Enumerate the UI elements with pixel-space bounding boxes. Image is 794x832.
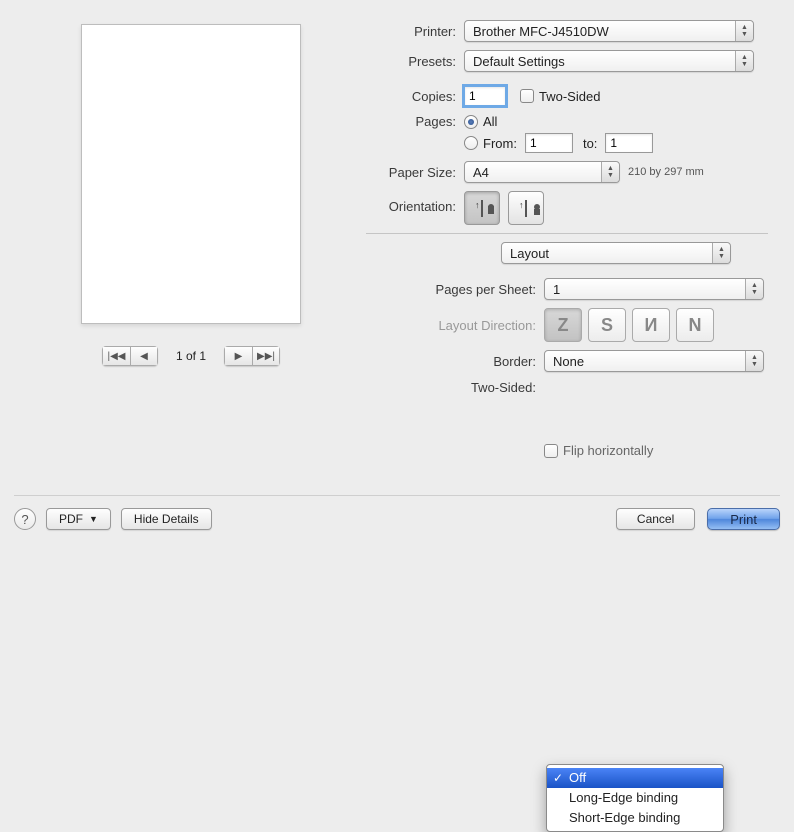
next-page-button[interactable]: ▶: [224, 346, 252, 366]
border-label: Border:: [366, 354, 536, 369]
hide-details-button[interactable]: Hide Details: [121, 508, 212, 530]
updown-icon: ▲▼: [712, 243, 730, 263]
two-sided-option-off[interactable]: ✓ Off: [547, 768, 723, 788]
two-sided-checkbox-label: Two-Sided: [539, 89, 600, 104]
printer-select[interactable]: Brother MFC-J4510DW ▲▼: [464, 20, 754, 42]
presets-label: Presets:: [366, 54, 456, 69]
layout-dir-z-button[interactable]: Z: [544, 308, 582, 342]
updown-icon: ▲▼: [735, 51, 753, 71]
section-select[interactable]: Layout ▲▼: [501, 242, 731, 264]
two-sided-option-long-edge[interactable]: Long-Edge binding: [547, 788, 723, 808]
layout-direction-group: Z S И N: [544, 308, 714, 342]
page-indicator: 1 of 1: [176, 349, 206, 363]
layout-dir-n2-button[interactable]: N: [676, 308, 714, 342]
arrow-up-icon: ↑: [475, 200, 480, 210]
two-sided-option-label: Long-Edge binding: [569, 790, 678, 805]
orientation-landscape-button[interactable]: ↑: [508, 191, 544, 225]
help-button[interactable]: ?: [14, 508, 36, 530]
pager-back-group: |◀◀ ◀: [102, 346, 158, 366]
printer-label: Printer:: [366, 24, 456, 39]
dialog-content: |◀◀ ◀ 1 of 1 ▶ ▶▶| Printer: Brother MFC-…: [16, 16, 778, 476]
section-value: Layout: [510, 246, 549, 261]
pages-range-radio[interactable]: [464, 136, 478, 150]
pdf-menu-button[interactable]: PDF ▼: [46, 508, 111, 530]
divider: [366, 233, 768, 234]
preview-pager: |◀◀ ◀ 1 of 1 ▶ ▶▶|: [102, 346, 280, 366]
paper-size-value: A4: [473, 165, 489, 180]
pages-all-radio[interactable]: [464, 115, 478, 129]
prev-page-button[interactable]: ◀: [130, 346, 158, 366]
flip-horizontally-label: Flip horizontally: [563, 443, 653, 458]
pages-all-label: All: [483, 114, 497, 129]
paper-size-label: Paper Size:: [366, 165, 456, 180]
settings-column: Printer: Brother MFC-J4510DW ▲▼ Presets:…: [366, 16, 778, 476]
caret-down-icon: ▼: [89, 514, 98, 524]
two-sided-label: Two-Sided:: [366, 380, 536, 395]
print-button[interactable]: Print: [707, 508, 780, 530]
arrow-up-icon: ↑: [519, 200, 524, 210]
layout-direction-label: Layout Direction:: [366, 318, 536, 333]
print-dialog: |◀◀ ◀ 1 of 1 ▶ ▶▶| Printer: Brother MFC-…: [0, 0, 794, 544]
printer-value: Brother MFC-J4510DW: [473, 24, 609, 39]
pages-label: Pages:: [366, 114, 456, 129]
copies-label: Copies:: [366, 89, 456, 104]
pdf-label: PDF: [59, 512, 83, 526]
updown-icon: ▲▼: [745, 351, 763, 371]
two-sided-option-short-edge[interactable]: Short-Edge binding: [547, 808, 723, 828]
orientation-portrait-button[interactable]: ↑: [464, 191, 500, 225]
two-sided-checkbox[interactable]: [520, 89, 534, 103]
pages-per-sheet-label: Pages per Sheet:: [366, 282, 536, 297]
updown-icon: ▲▼: [745, 279, 763, 299]
flip-horizontally-checkbox[interactable]: [544, 444, 558, 458]
border-select[interactable]: None ▲▼: [544, 350, 764, 372]
pages-per-sheet-select[interactable]: 1 ▲▼: [544, 278, 764, 300]
pages-from-label: From:: [483, 136, 517, 151]
pager-fwd-group: ▶ ▶▶|: [224, 346, 280, 366]
cancel-button[interactable]: Cancel: [616, 508, 695, 530]
pages-to-label: to:: [583, 136, 597, 151]
presets-value: Default Settings: [473, 54, 565, 69]
two-sided-dropdown: ✓ Off Long-Edge binding Short-Edge bindi…: [546, 764, 724, 832]
preview-column: |◀◀ ◀ 1 of 1 ▶ ▶▶|: [16, 16, 366, 476]
pages-from-input[interactable]: [525, 133, 573, 153]
paper-size-select[interactable]: A4 ▲▼: [464, 161, 620, 183]
pages-per-sheet-value: 1: [553, 282, 560, 297]
paper-size-hint: 210 by 297 mm: [628, 166, 704, 178]
orientation-label: Orientation:: [366, 191, 456, 214]
copies-input[interactable]: [464, 86, 506, 106]
first-page-button[interactable]: |◀◀: [102, 346, 130, 366]
two-sided-option-label: Off: [569, 770, 586, 785]
two-sided-option-label: Short-Edge binding: [569, 810, 680, 825]
dialog-footer: ? PDF ▼ Hide Details Cancel Print: [14, 495, 780, 530]
landscape-icon: [525, 200, 527, 217]
layout-dir-s-button[interactable]: S: [588, 308, 626, 342]
check-icon: ✓: [553, 769, 563, 787]
last-page-button[interactable]: ▶▶|: [252, 346, 280, 366]
border-value: None: [553, 354, 584, 369]
layout-dir-n-button[interactable]: И: [632, 308, 670, 342]
presets-select[interactable]: Default Settings ▲▼: [464, 50, 754, 72]
page-preview: [81, 24, 301, 324]
updown-icon: ▲▼: [735, 21, 753, 41]
updown-icon: ▲▼: [601, 162, 619, 182]
portrait-icon: [481, 200, 483, 217]
pages-to-input[interactable]: [605, 133, 653, 153]
